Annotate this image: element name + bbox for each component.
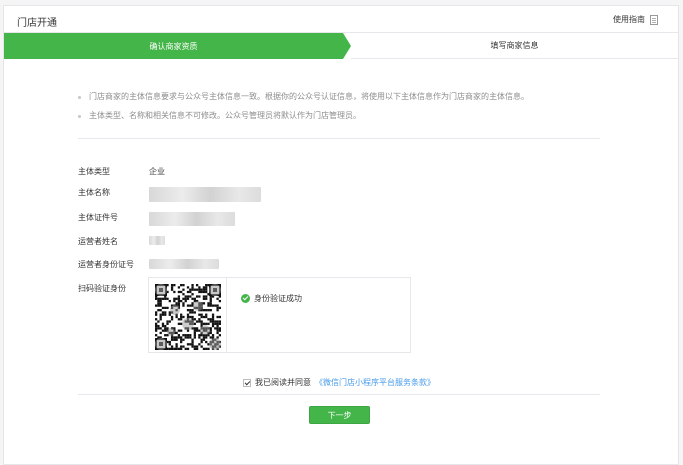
page-header: 门店开通 使用指南 xyxy=(4,6,678,33)
document-icon xyxy=(650,14,658,25)
notice-item: 主体类型、名称和相关信息不可修改。公众号管理员将默认作为门店管理员。 xyxy=(78,111,529,121)
step-fill-merchant-info: 填写商家信息 xyxy=(351,33,678,59)
field-operator-id: 运营者身份证号 xyxy=(78,259,219,270)
terms-link[interactable]: 《微信门店小程序平台服务条款》 xyxy=(315,377,435,388)
verification-status: 身份验证成功 xyxy=(241,293,302,304)
redacted-value xyxy=(149,187,261,204)
next-step-button[interactable]: 下一步 xyxy=(309,406,370,424)
verification-status-text: 身份验证成功 xyxy=(254,294,302,303)
field-entity-name: 主体名称 xyxy=(78,187,261,202)
field-label: 主体类型 xyxy=(78,167,110,176)
step-confirm-qualification: 确认商家资质 xyxy=(4,33,343,59)
qr-code-image[interactable] xyxy=(153,282,223,352)
field-value: 企业 xyxy=(149,167,165,176)
field-entity-type: 主体类型 企业 xyxy=(78,166,165,177)
agreement-row: 我已阅读并同意 《微信门店小程序平台服务条款》 xyxy=(243,377,435,388)
guide-label: 使用指南 xyxy=(613,15,645,24)
field-label: 主体证件号 xyxy=(78,213,118,222)
divider xyxy=(78,138,600,139)
field-label: 运营者身份证号 xyxy=(78,260,134,269)
redacted-value xyxy=(149,212,235,228)
guide-link[interactable]: 使用指南 xyxy=(613,14,658,25)
step-arrow xyxy=(343,33,351,59)
page-title: 门店开通 xyxy=(17,18,57,29)
redacted-value xyxy=(149,259,219,271)
agreement-text: 我已阅读并同意 xyxy=(255,378,311,387)
verification-box: 身份验证成功 xyxy=(148,277,411,353)
main-panel: 门店开通 使用指南 确认商家资质 填写商家信息 xyxy=(3,5,679,465)
field-label: 主体名称 xyxy=(78,188,110,197)
field-entity-id: 主体证件号 xyxy=(78,212,235,226)
success-check-icon xyxy=(241,294,250,303)
agreement-checkbox[interactable] xyxy=(243,378,251,387)
field-label: 运营者姓名 xyxy=(78,237,118,246)
step-label: 填写商家信息 xyxy=(490,41,539,50)
field-operator-name: 运营者姓名 xyxy=(78,236,165,247)
redacted-value xyxy=(149,236,165,247)
divider xyxy=(78,394,600,395)
notice-list: 门店商家的主体信息要求与公众号主体信息一致。根据你的公众号认证信息，将使用以下主… xyxy=(78,92,529,130)
notice-item: 门店商家的主体信息要求与公众号主体信息一致。根据你的公众号认证信息，将使用以下主… xyxy=(78,92,529,102)
field-label: 扫码验证身份 xyxy=(78,284,126,293)
field-scan-verify: 扫码验证身份 xyxy=(78,283,126,294)
box-divider xyxy=(226,278,227,352)
step-label: 确认商家资质 xyxy=(149,41,198,51)
step-progress: 确认商家资质 填写商家信息 xyxy=(4,33,678,59)
